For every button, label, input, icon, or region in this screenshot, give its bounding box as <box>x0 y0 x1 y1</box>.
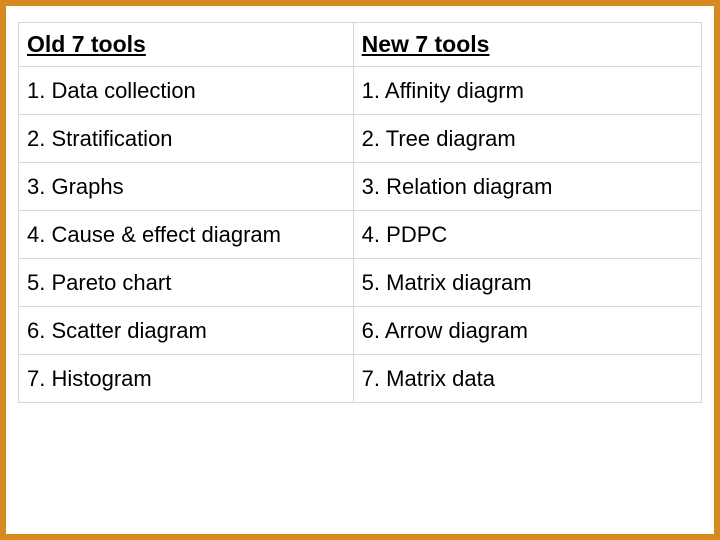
old-tool-label: Data collection <box>51 78 195 103</box>
row-number: 4. <box>27 222 45 248</box>
new-tool-label: Affinity diagrm <box>385 78 524 103</box>
row-number: 1. <box>27 78 45 104</box>
row-number: 3. <box>362 174 380 200</box>
cell-new-2: 2. Tree diagram <box>353 115 701 163</box>
cell-old-7: 7. Histogram <box>19 355 354 403</box>
cell-new-6: 6. Arrow diagram <box>353 307 701 355</box>
row-number: 4. <box>362 222 380 248</box>
row-number: 6. <box>362 318 380 344</box>
table-row: 6. Scatter diagram 6. Arrow diagram <box>19 307 702 355</box>
old-tool-label: Stratification <box>51 126 172 151</box>
cell-old-6: 6. Scatter diagram <box>19 307 354 355</box>
table-row: 3. Graphs 3. Relation diagram <box>19 163 702 211</box>
new-tool-label: Arrow diagram <box>385 318 528 343</box>
row-number: 2. <box>27 126 45 152</box>
cell-old-2: 2. Stratification <box>19 115 354 163</box>
cell-new-5: 5. Matrix diagram <box>353 259 701 307</box>
row-number: 5. <box>27 270 45 296</box>
slide-frame: Old 7 tools New 7 tools 1. Data collecti… <box>0 0 720 540</box>
header-new-tools: New 7 tools <box>353 23 701 67</box>
row-number: 2. <box>362 126 380 152</box>
cell-old-4: 4. Cause & effect diagram <box>19 211 354 259</box>
row-number: 5. <box>362 270 380 296</box>
new-tool-label: Relation diagram <box>386 174 552 199</box>
cell-old-1: 1. Data collection <box>19 67 354 115</box>
row-number: 6. <box>27 318 45 344</box>
cell-new-3: 3. Relation diagram <box>353 163 701 211</box>
cell-new-7: 7. Matrix data <box>353 355 701 403</box>
new-tool-label: PDPC <box>386 222 447 247</box>
new-tool-label: Matrix data <box>386 366 495 391</box>
table-row: 5. Pareto chart 5. Matrix diagram <box>19 259 702 307</box>
old-tool-label: Cause & effect diagram <box>51 222 281 247</box>
old-tool-label: Scatter diagram <box>51 318 206 343</box>
table-row: 7. Histogram 7. Matrix data <box>19 355 702 403</box>
old-tool-label: Graphs <box>51 174 123 199</box>
table-row: 1. Data collection 1. Affinity diagrm <box>19 67 702 115</box>
row-number: 7. <box>362 366 380 392</box>
old-tool-label: Histogram <box>51 366 151 391</box>
new-tool-label: Matrix diagram <box>386 270 531 295</box>
tools-table: Old 7 tools New 7 tools 1. Data collecti… <box>18 22 702 403</box>
new-tool-label: Tree diagram <box>386 126 516 151</box>
cell-old-3: 3. Graphs <box>19 163 354 211</box>
old-tool-label: Pareto chart <box>51 270 171 295</box>
cell-old-5: 5. Pareto chart <box>19 259 354 307</box>
header-old-tools: Old 7 tools <box>19 23 354 67</box>
row-number: 1. <box>362 78 380 104</box>
row-number: 7. <box>27 366 45 392</box>
row-number: 3. <box>27 174 45 200</box>
table-row: 2. Stratification 2. Tree diagram <box>19 115 702 163</box>
cell-new-4: 4. PDPC <box>353 211 701 259</box>
table-header-row: Old 7 tools New 7 tools <box>19 23 702 67</box>
cell-new-1: 1. Affinity diagrm <box>353 67 701 115</box>
table-row: 4. Cause & effect diagram 4. PDPC <box>19 211 702 259</box>
